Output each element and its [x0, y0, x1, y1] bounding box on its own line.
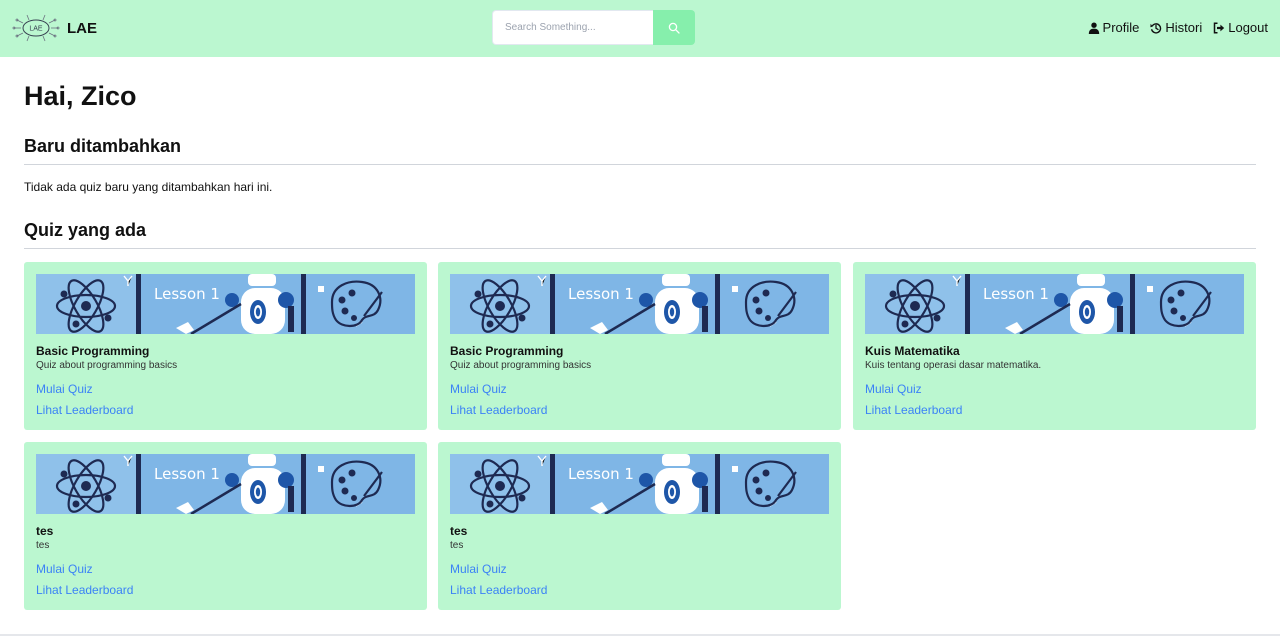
- quiz-description: Quiz about programming basics: [450, 360, 592, 371]
- quiz-description: Quiz about programming basics: [36, 360, 178, 371]
- quiz-description: tes: [36, 540, 50, 551]
- brand[interactable]: LAE LAE: [12, 12, 97, 44]
- logout-icon: [1213, 21, 1225, 34]
- nav-logout-link[interactable]: Logout: [1213, 20, 1268, 35]
- banner-text: Lesson 1: [154, 465, 220, 483]
- start-quiz-link[interactable]: Mulai Quiz: [36, 562, 415, 576]
- leaderboard-link[interactable]: Lihat Leaderboard: [865, 403, 1244, 417]
- lesson-banner-image: Lesson 1: [36, 274, 415, 334]
- section-divider: [24, 164, 1256, 165]
- quiz-card: Lesson 1 tes tes Mulai Quiz Lihat Leader…: [24, 442, 427, 610]
- lesson-banner-image: Lesson 1: [450, 454, 829, 514]
- quiz-title: Kuis Matematika: [865, 344, 960, 358]
- quiz-title: Basic Programming: [36, 344, 150, 358]
- quiz-list-heading: Quiz yang ada: [24, 220, 147, 240]
- navbar: LAE LAE Profile Histori: [0, 0, 1280, 57]
- lesson-banner-image: Lesson 1: [865, 274, 1244, 334]
- search-bar: [492, 10, 695, 45]
- quiz-card: Lesson 1 Basic Programming Quiz about pr…: [438, 262, 841, 430]
- nav-logout-label: Logout: [1228, 20, 1268, 35]
- empty-message: Tidak ada quiz baru yang ditambahkan har…: [24, 180, 273, 194]
- quiz-title: Basic Programming: [450, 344, 564, 358]
- start-quiz-link[interactable]: Mulai Quiz: [36, 382, 415, 396]
- nav-profile-link[interactable]: Profile: [1088, 20, 1140, 35]
- brand-name: LAE: [67, 19, 97, 37]
- quiz-description: Kuis tentang operasi dasar matematika.: [865, 360, 1042, 371]
- start-quiz-link[interactable]: Mulai Quiz: [450, 562, 829, 576]
- logo-text: LAE: [29, 26, 43, 33]
- leaderboard-link[interactable]: Lihat Leaderboard: [36, 403, 415, 417]
- new-quiz-heading: Baru ditambahkan: [24, 136, 182, 156]
- main-content: Hai, Zico Baru ditambahkan Tidak ada qui…: [24, 57, 1256, 249]
- leaderboard-link[interactable]: Lihat Leaderboard: [36, 583, 415, 597]
- banner-text: Lesson 1: [568, 285, 634, 303]
- lesson-banner-image: Lesson 1: [36, 454, 415, 514]
- start-quiz-link[interactable]: Mulai Quiz: [865, 382, 1244, 396]
- quiz-description: tes: [450, 540, 464, 551]
- banner-text: Lesson 1: [983, 285, 1049, 303]
- quiz-title: tes: [450, 524, 468, 538]
- banner-text: Lesson 1: [154, 285, 220, 303]
- user-icon: [1088, 22, 1099, 34]
- quiz-card: Lesson 1 tes tes Mulai Quiz Lihat Leader…: [438, 442, 841, 610]
- quiz-title: tes: [36, 524, 54, 538]
- start-quiz-link[interactable]: Mulai Quiz: [450, 382, 829, 396]
- leaderboard-link[interactable]: Lihat Leaderboard: [450, 403, 829, 417]
- nav-profile-label: Profile: [1102, 20, 1140, 35]
- lesson-banner-image: Lesson 1: [450, 274, 829, 334]
- nav-history-link[interactable]: Histori: [1150, 20, 1202, 35]
- search-button[interactable]: [653, 10, 695, 45]
- logo-icon: LAE: [12, 14, 60, 42]
- section-divider: [24, 248, 1256, 249]
- leaderboard-link[interactable]: Lihat Leaderboard: [450, 583, 829, 597]
- history-icon: [1150, 22, 1162, 34]
- search-icon: [668, 22, 680, 34]
- nav-history-label: Histori: [1165, 20, 1203, 35]
- nav-links: Profile Histori Logout: [1088, 20, 1268, 35]
- banner-text: Lesson 1: [568, 465, 634, 483]
- search-input[interactable]: [492, 10, 653, 45]
- page-title: Hai, Zico: [24, 81, 137, 111]
- quiz-card: Lesson 1 Basic Programming Quiz about pr…: [24, 262, 427, 430]
- quiz-card: Lesson 1 Kuis Matematika Kuis tentang op…: [853, 262, 1256, 430]
